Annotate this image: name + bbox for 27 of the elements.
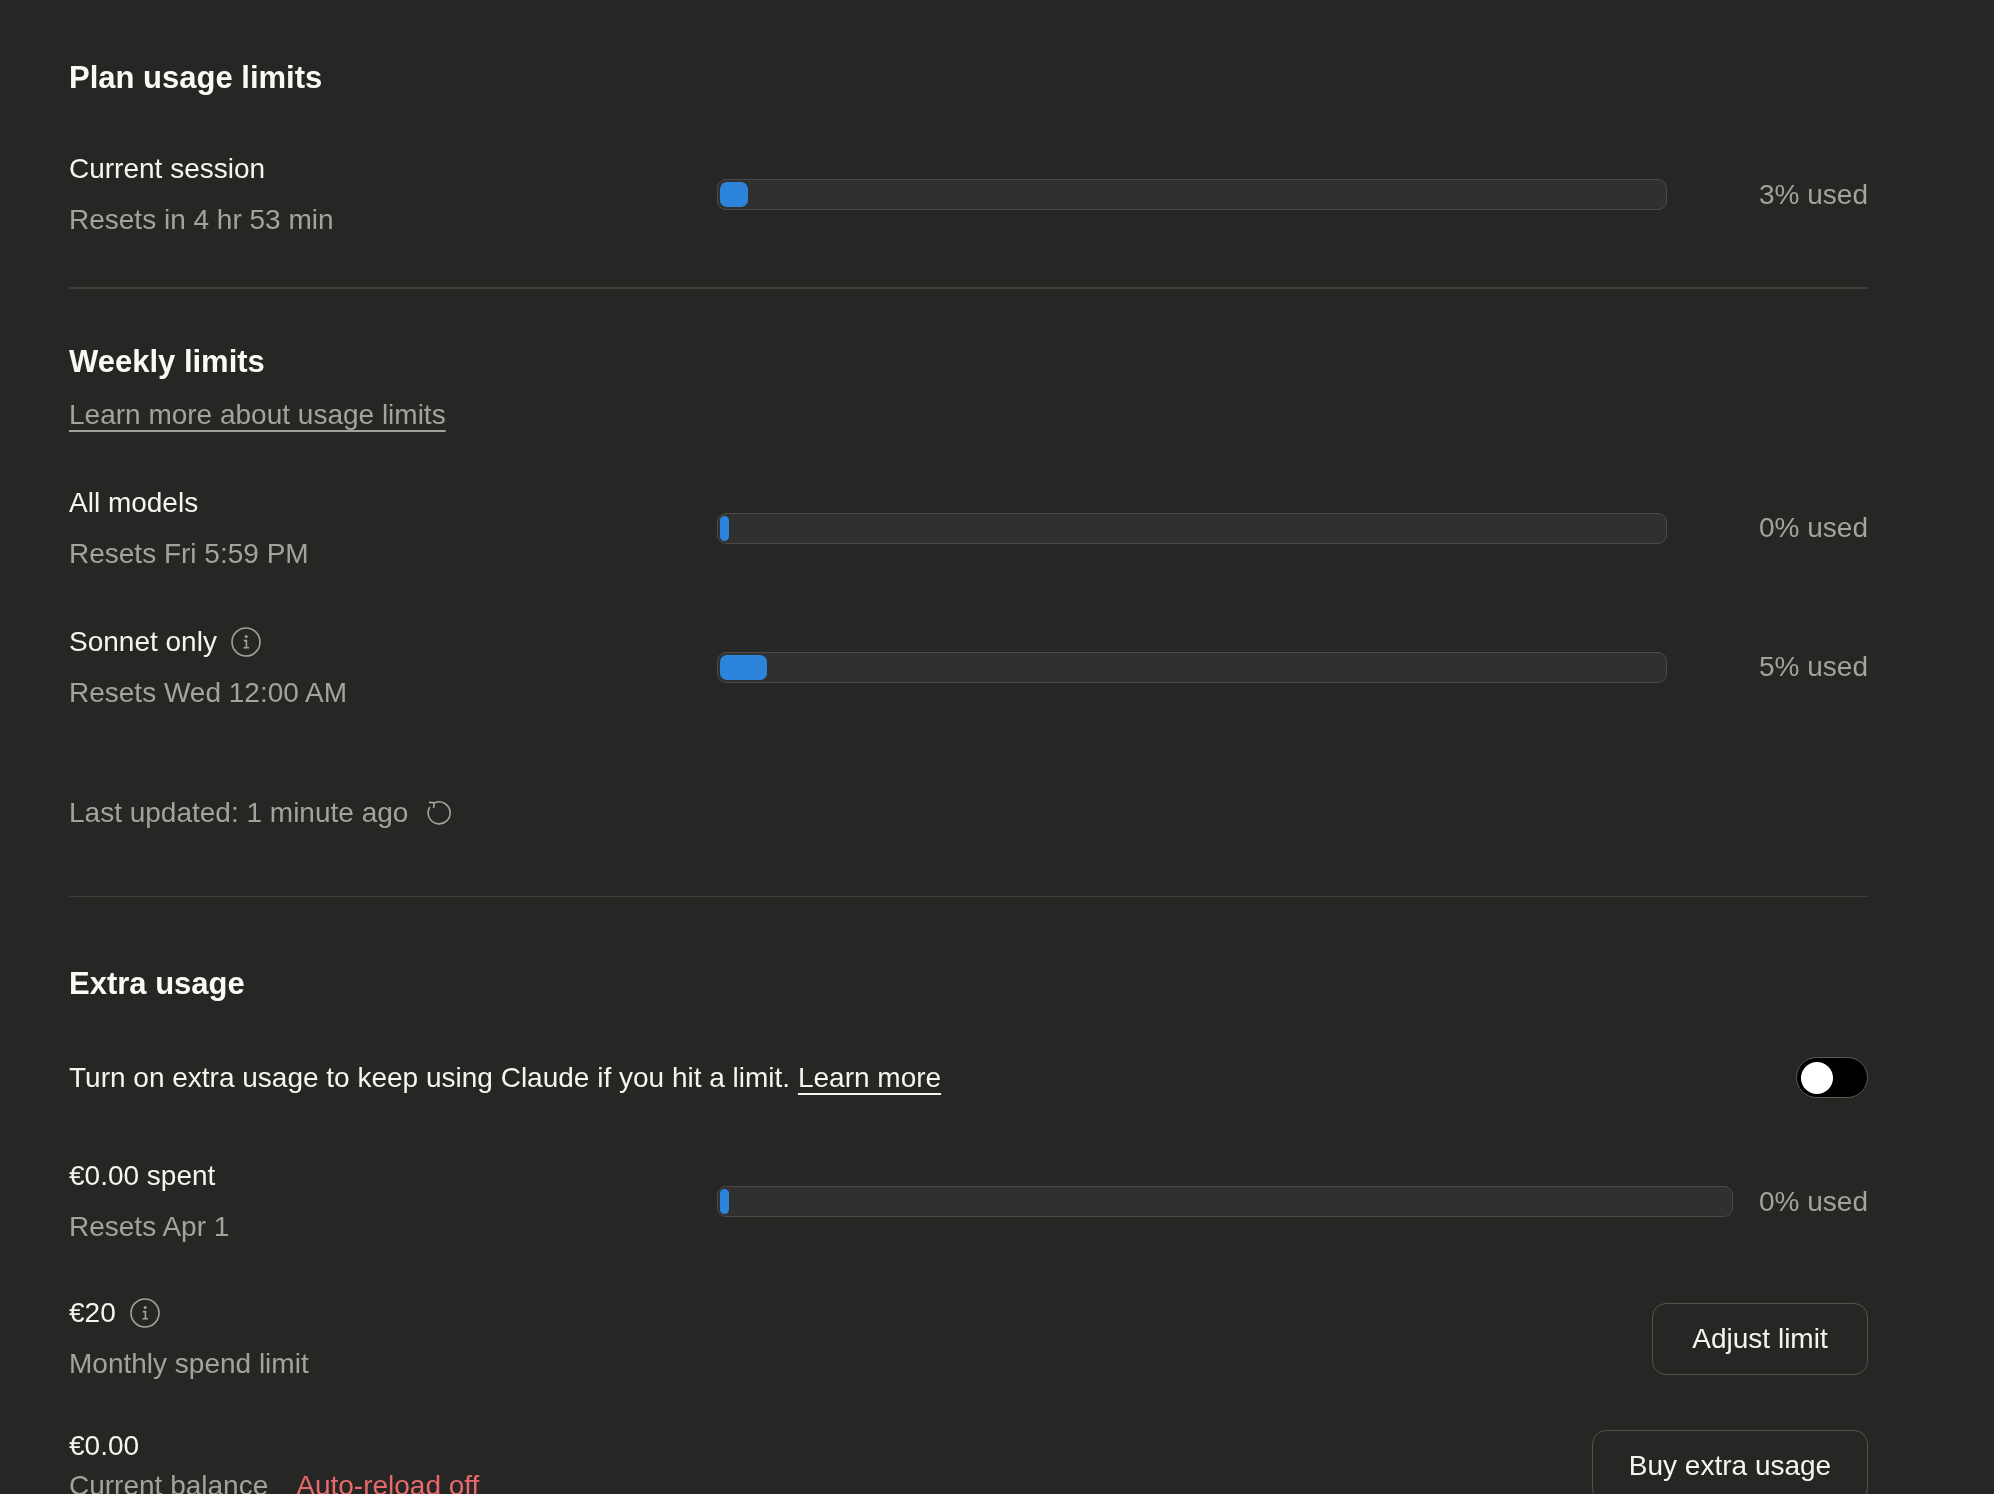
- reset-time: Resets in 4 hr 53 min: [69, 203, 334, 237]
- usage-percent: 0% used: [1758, 511, 1868, 545]
- learn-more-link[interactable]: Learn more: [797, 1061, 942, 1093]
- reset-time: Resets Fri 5:59 PM: [69, 536, 309, 571]
- usage-percent: 5% used: [1758, 650, 1868, 684]
- info-icon[interactable]: [230, 626, 261, 657]
- extra-usage-description: Turn on extra usage to keep using Claude if you hit a limit. Learn more: [69, 1060, 942, 1095]
- reset-time: Resets Apr 1: [69, 1210, 230, 1244]
- spent-amount: €0.00 spent: [69, 1159, 216, 1193]
- reset-time: Resets Wed 12:00 AM: [69, 675, 348, 710]
- usage-limits-link[interactable]: Learn more about usage limits: [69, 396, 446, 433]
- balance-amount: €0.00: [69, 1429, 140, 1463]
- refresh-icon[interactable]: [426, 799, 453, 826]
- limit-label: Sonnet only: [69, 624, 217, 659]
- section-heading: Weekly limits: [69, 343, 265, 380]
- adjust-limit-button[interactable]: Adjust limit: [1652, 1302, 1868, 1375]
- limit-label: All models: [69, 485, 199, 520]
- usage-percent: 0% used: [1759, 1184, 1868, 1219]
- spend-limit-amount: €20: [69, 1296, 116, 1330]
- usage-percent: 3% used: [1758, 177, 1868, 212]
- info-icon[interactable]: [129, 1298, 160, 1328]
- section-heading: Extra usage: [69, 966, 245, 1002]
- toggle-switch[interactable]: [1796, 1057, 1868, 1098]
- last-updated-text: Last updated: 1 minute ago: [69, 795, 409, 830]
- limit-label: Current session: [69, 152, 266, 186]
- section-heading: Plan usage limits: [69, 60, 323, 96]
- spend-limit-caption: Monthly spend limit: [69, 1347, 309, 1381]
